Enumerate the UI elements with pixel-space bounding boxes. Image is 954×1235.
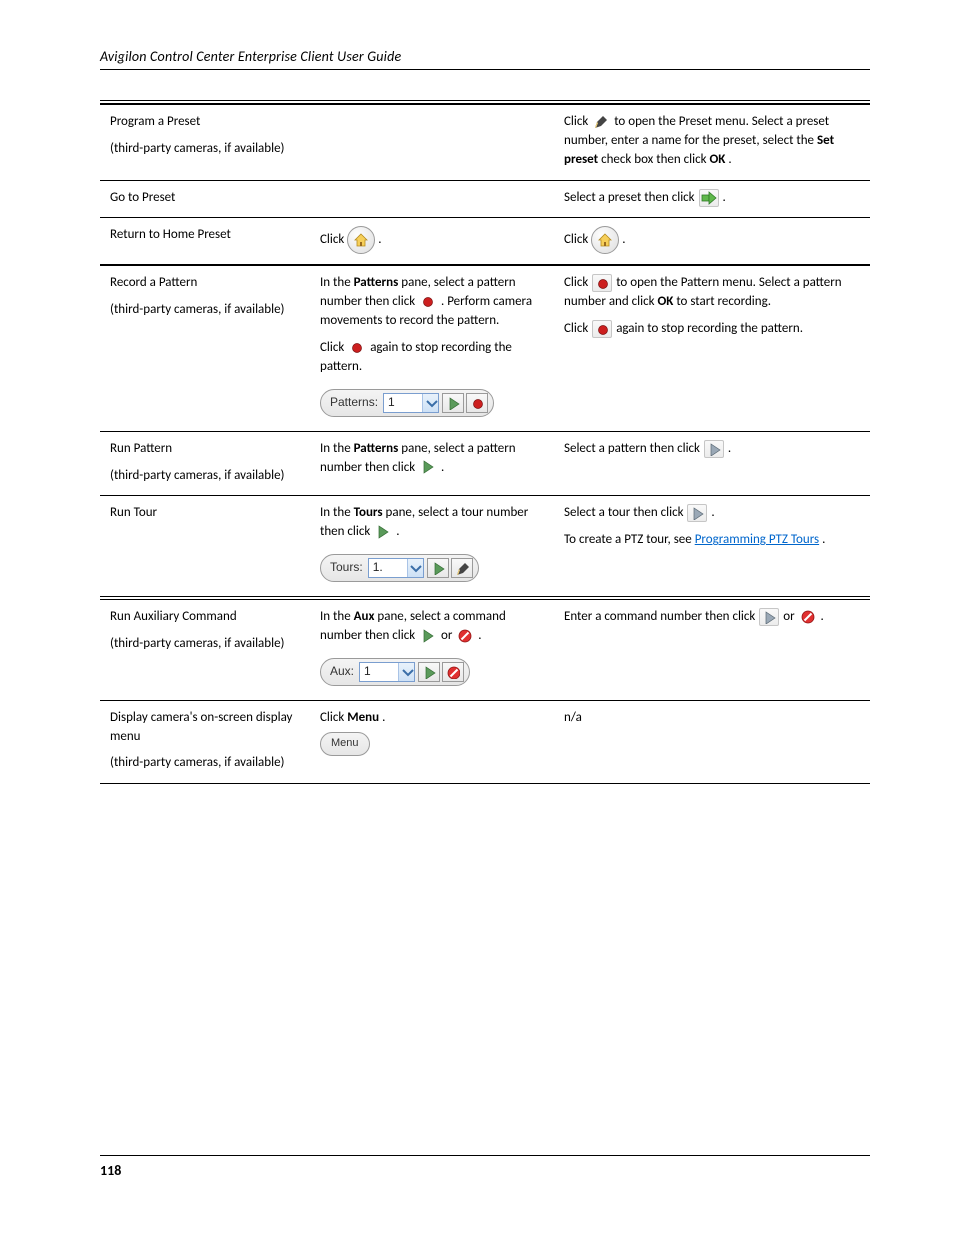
row-title: Program a Preset xyxy=(110,114,200,129)
record-icon xyxy=(592,274,612,292)
record-icon xyxy=(419,294,437,310)
row-subtitle: (third-party cameras, if available) xyxy=(110,468,285,483)
patterns-select[interactable]: 1 xyxy=(383,393,439,413)
table-row: Run Auxiliary Command (third-party camer… xyxy=(100,598,870,700)
play-icon xyxy=(704,440,724,458)
page-footer: 118 xyxy=(100,1155,870,1179)
home-icon xyxy=(347,226,375,254)
row-subtitle: (third-party cameras, if available) xyxy=(110,141,285,156)
row-title: Run Tour xyxy=(110,505,157,520)
play-button[interactable] xyxy=(418,662,440,682)
patterns-control[interactable]: Patterns: 1 xyxy=(320,389,494,417)
table-row: Display camera's on-screen display menu … xyxy=(100,700,870,784)
link-programming-ptz-tours[interactable]: Programming PTZ Tours xyxy=(695,532,819,547)
row-title: Display camera's on-screen display menu xyxy=(110,710,292,744)
edit-button[interactable] xyxy=(451,558,473,578)
chevron-down-icon[interactable] xyxy=(422,394,438,412)
table-row: Go to Preset Select a preset then click … xyxy=(100,180,870,218)
row-title: Run Pattern xyxy=(110,441,172,456)
play-icon xyxy=(374,524,392,540)
row-subtitle: (third-party cameras, if available) xyxy=(110,636,285,651)
chevron-down-icon[interactable] xyxy=(398,663,414,681)
tours-select[interactable]: 1. xyxy=(368,558,424,578)
table-row: Record a Pattern (third-party cameras, i… xyxy=(100,265,870,431)
play-icon xyxy=(759,608,779,626)
aux-control[interactable]: Aux: 1 xyxy=(320,658,470,686)
table-row: Run Tour In the Tours pane, select a tou… xyxy=(100,496,870,598)
ptz-reference-table: Program a Preset (third-party cameras, i… xyxy=(100,100,870,784)
stop-icon xyxy=(456,628,474,644)
table-row: Return to Home Preset Click . Click . xyxy=(100,218,870,266)
record-icon xyxy=(348,340,366,356)
table-row: Program a Preset (third-party cameras, i… xyxy=(100,105,870,181)
pencil-icon xyxy=(592,114,610,130)
tours-label: Tours: xyxy=(330,559,363,576)
play-icon xyxy=(419,459,437,475)
play-icon xyxy=(419,628,437,644)
chevron-down-icon[interactable] xyxy=(407,559,423,577)
record-button[interactable] xyxy=(466,393,488,413)
aux-label: Aux: xyxy=(330,663,354,680)
row-subtitle: (third-party cameras, if available) xyxy=(110,302,285,317)
row-subtitle: (third-party cameras, if available) xyxy=(110,755,285,770)
header-title: Avigilon Control Center Enterprise Clien… xyxy=(100,48,401,65)
row-title: Go to Preset xyxy=(110,190,175,205)
stop-icon xyxy=(799,609,817,625)
page-number: 118 xyxy=(100,1162,121,1179)
go-arrow-icon xyxy=(699,189,719,207)
menu-button[interactable]: Menu xyxy=(320,732,370,756)
stop-button[interactable] xyxy=(442,662,464,682)
tours-control[interactable]: Tours: 1. xyxy=(320,554,479,582)
play-icon xyxy=(687,504,707,522)
page-header: Avigilon Control Center Enterprise Clien… xyxy=(100,48,870,70)
aux-select[interactable]: 1 xyxy=(359,662,415,682)
home-icon xyxy=(591,226,619,254)
play-button[interactable] xyxy=(442,393,464,413)
row-title: Return to Home Preset xyxy=(110,227,231,242)
row-title: Record a Pattern xyxy=(110,275,197,290)
record-icon xyxy=(592,320,612,338)
patterns-label: Patterns: xyxy=(330,394,378,411)
table-row: Run Pattern (third-party cameras, if ava… xyxy=(100,431,870,496)
row-title: Run Auxiliary Command xyxy=(110,609,237,624)
play-button[interactable] xyxy=(427,558,449,578)
